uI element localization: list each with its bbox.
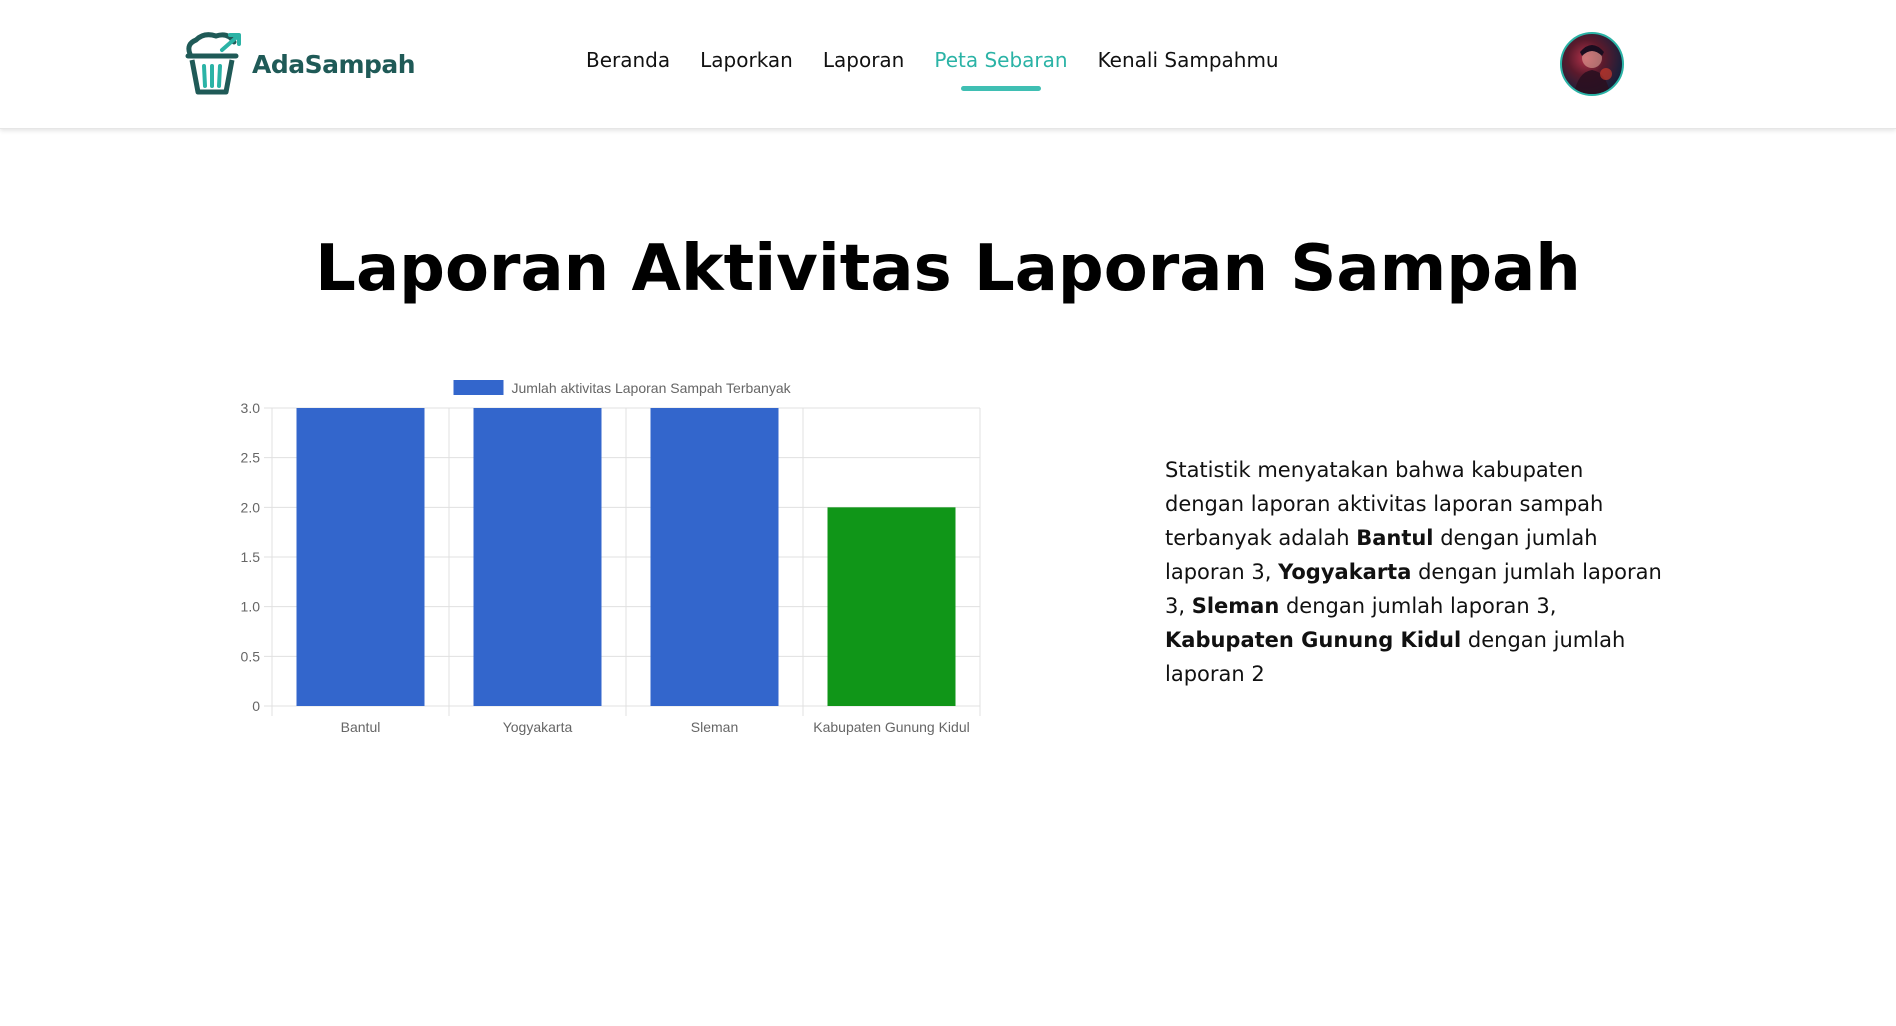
bar-sleman — [650, 408, 779, 706]
y-tick-label: 2.5 — [241, 450, 261, 466]
legend-swatch — [453, 380, 504, 395]
y-tick-label: 3.0 — [241, 400, 261, 416]
bar-kabupaten-gunung-kidul — [827, 507, 956, 706]
district-name: Kabupaten Gunung Kidul — [1165, 628, 1462, 652]
y-tick-label: 0 — [252, 698, 260, 714]
district-name: Sleman — [1191, 594, 1280, 618]
y-tick-label: 1.5 — [241, 549, 261, 565]
nav-item-laporkan[interactable]: Laporkan — [700, 48, 793, 72]
nav-item-kenali-sampahmu[interactable]: Kenali Sampahmu — [1098, 48, 1279, 72]
nav-item-peta-sebaran[interactable]: Peta Sebaran — [934, 48, 1067, 72]
brand-name: AdaSampah — [252, 49, 416, 79]
bar-yogyakarta — [473, 408, 602, 706]
nav-item-beranda[interactable]: Beranda — [586, 48, 670, 72]
y-tick-label: 0.5 — [241, 648, 261, 664]
district-name: Yogyakarta — [1278, 560, 1412, 584]
chart-legend[interactable]: Jumlah aktivitas Laporan Sampah Terbanya… — [453, 380, 792, 396]
trash-bin-logo-icon — [185, 32, 241, 95]
x-tick-label: Kabupaten Gunung Kidul — [813, 719, 969, 735]
x-tick-label: Sleman — [691, 719, 738, 735]
x-tick-label: Yogyakarta — [503, 719, 573, 735]
statistics-description: Statistik menyatakan bahwa kabupaten den… — [1165, 453, 1665, 691]
page-title: Laporan Aktivitas Laporan Sampah — [315, 232, 1581, 306]
bar-chart: 3.0 2.5 2.0 1.5 1.0 0.5 0 Bantul Yogyakarta Slema… — [220, 372, 1000, 742]
user-avatar[interactable] — [1560, 32, 1624, 96]
bar-bantul — [296, 408, 425, 706]
nav-item-laporan[interactable]: Laporan — [823, 48, 904, 72]
x-tick-label: Bantul — [341, 719, 381, 735]
legend-label: Jumlah aktivitas Laporan Sampah Terbanya… — [512, 380, 792, 396]
district-name: Bantul — [1356, 526, 1434, 550]
district-count: dengan jumlah laporan 3, — [1279, 594, 1557, 618]
main-nav: Beranda Laporkan Laporan Peta Sebaran Ke… — [586, 48, 1309, 72]
brand-logo[interactable]: AdaSampah — [180, 30, 416, 98]
y-tick-label: 1.0 — [241, 599, 261, 615]
y-tick-label: 2.0 — [241, 499, 261, 515]
avatar-image — [1574, 45, 1612, 94]
top-navbar: AdaSampah Beranda Laporkan Laporan Peta … — [0, 0, 1896, 129]
chart-svg: 3.0 2.5 2.0 1.5 1.0 0.5 0 Bantul Yogyakarta Slema… — [241, 380, 981, 735]
